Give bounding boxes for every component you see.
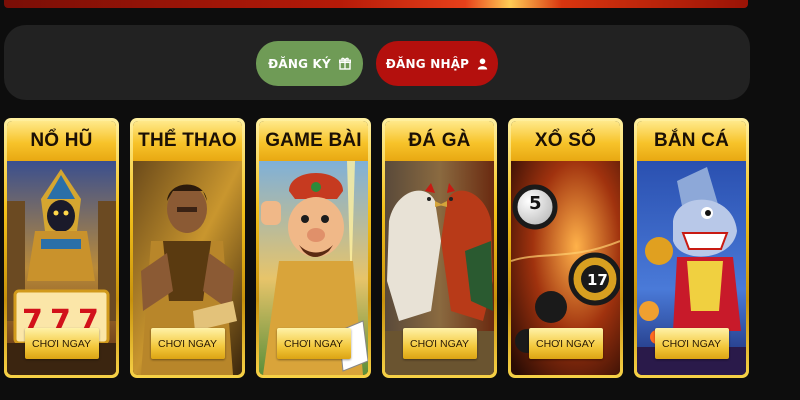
category-card-game-bai[interactable]: GAME BÀI CHƠI NGAY	[256, 118, 371, 378]
page: ĐĂNG KÝ ĐĂNG NHẬP NỔ HŨ 7 7 7 CHƠI NGAY …	[0, 0, 800, 400]
game-category-list: NỔ HŨ 7 7 7 CHƠI NGAY THỂ THAO CHƠI NGAY…	[4, 118, 750, 380]
gift-icon	[338, 57, 351, 70]
category-card-no-hu[interactable]: NỔ HŨ 7 7 7 CHƠI NGAY	[4, 118, 119, 378]
play-now-button[interactable]: CHƠI NGAY	[24, 328, 99, 359]
category-card-the-thao[interactable]: THỂ THAO CHƠI NGAY	[130, 118, 245, 378]
category-card-ban-ca[interactable]: BẮN CÁ CHƠI NGAY	[634, 118, 749, 378]
category-title: GAME BÀI	[265, 130, 362, 151]
promo-banner[interactable]	[4, 0, 748, 8]
register-label: ĐĂNG KÝ	[268, 56, 331, 71]
play-now-button[interactable]: CHƠI NGAY	[276, 328, 351, 359]
play-now-button[interactable]: CHƠI NGAY	[654, 328, 729, 359]
register-button[interactable]: ĐĂNG KÝ	[256, 41, 363, 86]
category-title: XỔ SỐ	[534, 130, 597, 151]
category-title: BẮN CÁ	[653, 130, 730, 151]
user-icon	[477, 58, 488, 70]
play-now-button[interactable]: CHƠI NGAY	[150, 328, 225, 359]
play-now-button[interactable]: CHƠI NGAY	[528, 328, 603, 359]
svg-text:17: 17	[587, 271, 608, 289]
category-card-da-ga[interactable]: ĐÁ GÀ CHƠI NGAY	[382, 118, 497, 378]
login-label: ĐĂNG NHẬP	[385, 56, 470, 71]
category-title: THỂ THAO	[138, 130, 237, 151]
svg-text:5: 5	[529, 193, 542, 214]
category-title: ĐÁ GÀ	[408, 130, 471, 151]
category-title: NỔ HŨ	[30, 130, 93, 151]
auth-bar: ĐĂNG KÝ ĐĂNG NHẬP	[4, 25, 750, 100]
category-card-xo-so[interactable]: XỔ SỐ 5 17 CHƠI NGAY	[508, 118, 623, 378]
play-now-button[interactable]: CHƠI NGAY	[402, 328, 477, 359]
login-button[interactable]: ĐĂNG NHẬP	[376, 41, 498, 86]
